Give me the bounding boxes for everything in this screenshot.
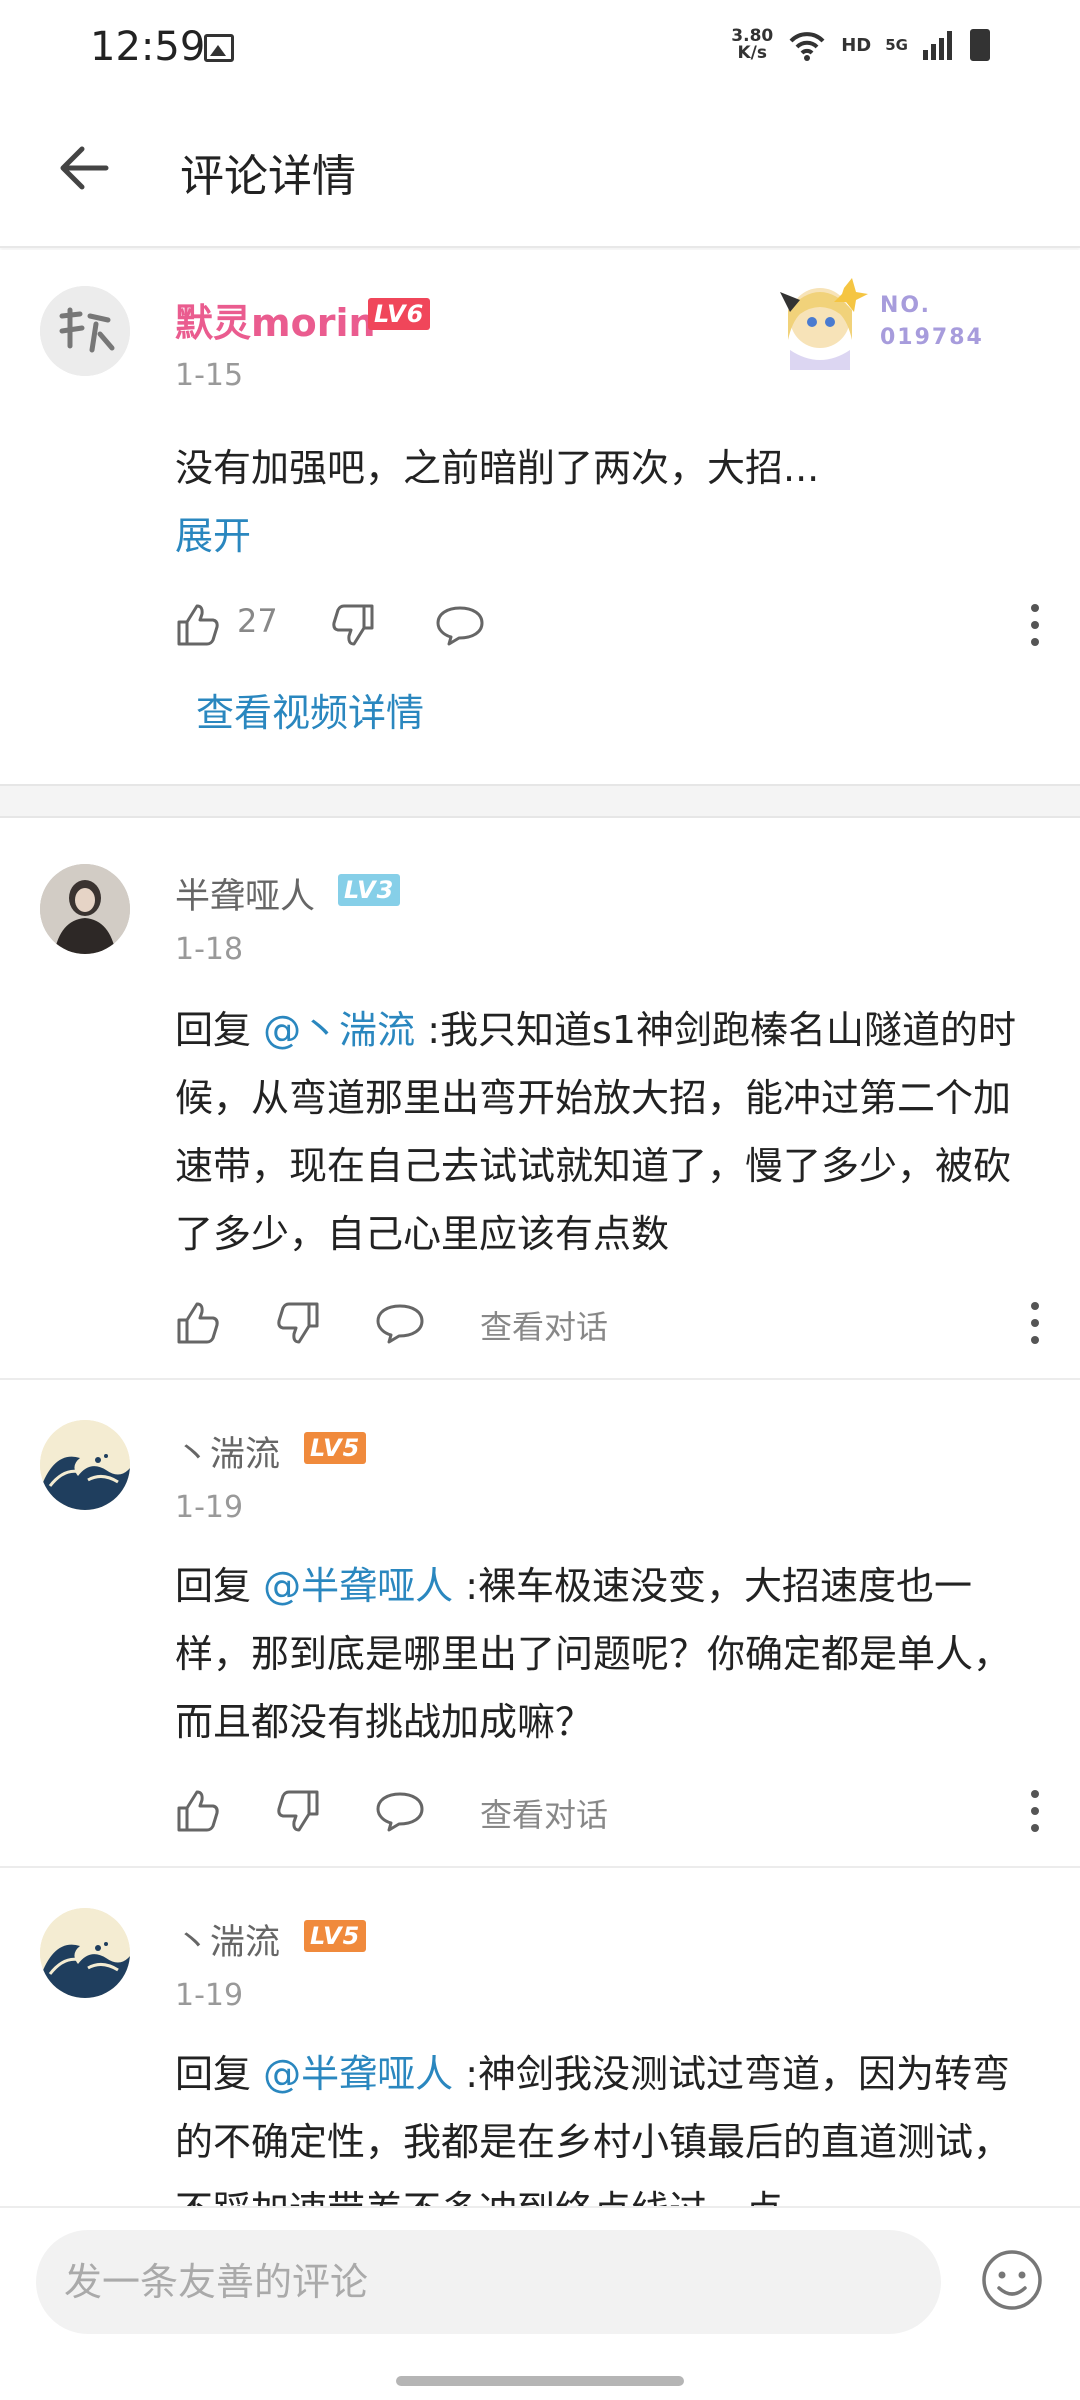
status-indicators: 3.80 K/s HD 5G xyxy=(731,28,990,62)
level-badge: LV6 xyxy=(368,298,431,330)
avatar[interactable] xyxy=(40,1908,130,1998)
comment-date: 1-19 xyxy=(175,1978,244,2013)
battery-icon xyxy=(970,29,990,61)
thumbs-up-icon[interactable] xyxy=(175,1788,221,1834)
more-options-icon[interactable] xyxy=(1025,1786,1045,1836)
hd-indicator: HD xyxy=(841,34,872,56)
thumbs-up-icon[interactable] xyxy=(175,602,221,648)
comment-date: 1-18 xyxy=(175,932,244,967)
emoji-icon[interactable] xyxy=(980,2248,1044,2312)
mention-link[interactable]: @半聋哑人 xyxy=(263,1564,453,1608)
view-conversation-link[interactable]: 查看对话 xyxy=(480,1302,608,1348)
comment-text: 回复 @半聋哑人 :神剑我没测试过弯道，因为转弯的不确定性，我都是在乡村小镇最后… xyxy=(175,2052,1012,2206)
thumbs-up-icon[interactable] xyxy=(175,1300,221,1346)
expand-link[interactable]: 展开 xyxy=(175,502,1045,570)
username[interactable]: 默灵morin xyxy=(175,292,376,347)
comment-text: 没有加强吧，之前暗削了两次，大招... 展开 xyxy=(175,434,1045,570)
comment-actions: 查看对话 xyxy=(175,1294,1045,1354)
root-comment: 默灵morin LV6 NO. 019784 1-15 没有加强吧，之前暗削了两… xyxy=(0,250,1080,784)
signal-icon xyxy=(923,31,952,60)
home-indicator[interactable] xyxy=(396,2376,684,2386)
reply-bubble-icon[interactable] xyxy=(375,1300,425,1346)
comment-text: 回复 @半聋哑人 :裸车极速没变，大招速度也一样，那到底是哪里出了问题呢？你确定… xyxy=(175,1564,1012,1744)
net-speed: 3.80 K/s xyxy=(731,26,774,63)
page-title: 评论详情 xyxy=(180,151,356,202)
thumbs-down-icon[interactable] xyxy=(330,602,376,648)
comment-date: 1-19 xyxy=(175,1490,244,1525)
network-type: 5G xyxy=(885,35,908,54)
wave-avatar-icon xyxy=(40,1420,130,1510)
reply-comment: 丶湍流 LV5 1-19 回复 @半聋哑人 :神剑我没测试过弯道，因为转弯的不确… xyxy=(0,1868,1080,2206)
wave-avatar-icon xyxy=(40,1908,130,1998)
comment-text: 回复 @丶湍流 :我只知道s1神剑跑榛名山隧道的时候，从弯道那里出弯开始放大招，… xyxy=(175,1008,1016,1256)
status-time: 12:59 xyxy=(90,24,206,70)
status-bar: 12:59 3.80 K/s HD 5G xyxy=(0,0,1080,100)
username[interactable]: 半聋哑人 xyxy=(175,868,315,919)
mention-link[interactable]: @丶湍流 xyxy=(263,1008,415,1052)
image-notification-icon xyxy=(204,34,234,62)
anime-girl-pendant-icon xyxy=(780,278,868,370)
wifi-icon xyxy=(789,32,825,61)
bottom-comment-bar: 发一条友善的评论 xyxy=(0,2206,1080,2400)
back-arrow-icon[interactable] xyxy=(56,140,112,196)
avatar[interactable] xyxy=(40,286,130,376)
avatar[interactable] xyxy=(40,1420,130,1510)
level-badge: LV5 xyxy=(304,1432,367,1464)
comment-actions: 27 xyxy=(175,596,1045,656)
level-badge: LV3 xyxy=(338,874,401,906)
header: 评论详情 xyxy=(0,100,1080,248)
section-separator xyxy=(0,784,1080,818)
like-count: 27 xyxy=(237,602,278,640)
avatar[interactable] xyxy=(40,864,130,954)
more-options-icon[interactable] xyxy=(1025,600,1045,650)
more-options-icon[interactable] xyxy=(1025,1298,1045,1348)
comment-actions: 查看对话 xyxy=(175,1782,1045,1842)
thumbs-down-icon[interactable] xyxy=(275,1788,321,1834)
reply-bubble-icon[interactable] xyxy=(435,602,485,648)
thumbs-down-icon[interactable] xyxy=(275,1300,321,1346)
username[interactable]: 丶湍流 xyxy=(175,1426,280,1477)
reply-comment: 丶湍流 LV5 1-19 回复 @半聋哑人 :裸车极速没变，大招速度也一样，那到… xyxy=(0,1380,1080,1866)
comment-input[interactable]: 发一条友善的评论 xyxy=(36,2230,941,2334)
reply-bubble-icon[interactable] xyxy=(375,1788,425,1834)
view-video-details-link[interactable]: 查看视频详情 xyxy=(196,682,424,737)
reply-comment: 半聋哑人 LV3 1-18 回复 @丶湍流 :我只知道s1神剑跑榛名山隧道的时候… xyxy=(0,820,1080,1378)
avatar-person-icon xyxy=(40,864,130,954)
comment-date: 1-15 xyxy=(175,358,244,393)
view-conversation-link[interactable]: 查看对话 xyxy=(480,1790,608,1836)
avatar-calligraphy-icon xyxy=(40,286,130,376)
level-badge: LV5 xyxy=(304,1920,367,1952)
mention-link[interactable]: @半聋哑人 xyxy=(263,2052,453,2096)
username[interactable]: 丶湍流 xyxy=(175,1914,280,1965)
avatar-pendant: NO. 019784 xyxy=(760,270,1010,380)
